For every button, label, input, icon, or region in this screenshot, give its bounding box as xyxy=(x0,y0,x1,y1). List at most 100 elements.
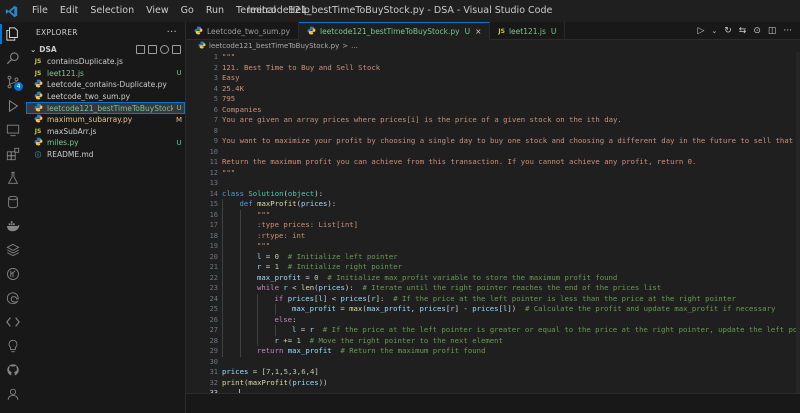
code-line[interactable]: class Solution(object): xyxy=(222,189,800,200)
tab-item[interactable]: JS leet121.js U xyxy=(490,22,566,40)
code-line[interactable] xyxy=(222,126,800,137)
file-item[interactable]: miles.py U xyxy=(26,137,185,149)
timeline-history-icon[interactable]: ↻ xyxy=(724,26,732,36)
compare-icon[interactable]: ⇆ xyxy=(739,26,747,36)
code-line[interactable]: r = 1 # Initialize right pointer xyxy=(222,262,800,273)
line-number: 5 xyxy=(213,95,218,103)
close-icon[interactable]: × xyxy=(475,27,481,36)
indent-guide xyxy=(239,241,258,252)
menu-item-terminal[interactable]: Terminal xyxy=(230,0,282,22)
code-line[interactable] xyxy=(222,147,800,158)
run-dropdown-icon[interactable]: ⌄ xyxy=(711,27,717,35)
indent-guide xyxy=(274,325,293,336)
code-line[interactable]: """ xyxy=(222,52,800,63)
database-icon[interactable] xyxy=(0,190,26,214)
live-share-icon[interactable] xyxy=(0,310,26,334)
code-token: = [ xyxy=(248,367,266,376)
workspace-folder[interactable]: ⌄ DSA xyxy=(26,42,185,56)
forward-icon[interactable]: ⊙ xyxy=(753,26,761,36)
file-item[interactable]: Leetcode_two_sum.py xyxy=(26,91,185,103)
code-line[interactable]: def maxProfit(prices): xyxy=(222,199,800,210)
menu-item-help[interactable]: Help xyxy=(282,0,316,22)
code-line[interactable]: if prices[l] < prices[r]: # If the price… xyxy=(222,293,800,304)
code-line[interactable]: 795 xyxy=(222,94,800,105)
docker-icon[interactable] xyxy=(0,214,26,238)
tab-active[interactable]: leetcode121_bestTimeToBuyStock.py U × xyxy=(299,22,491,40)
refresh-icon[interactable] xyxy=(160,44,169,54)
menu-item-go[interactable]: Go xyxy=(175,0,200,22)
git-status-badge: U xyxy=(176,104,182,113)
menu-item-edit[interactable]: Edit xyxy=(54,0,84,22)
code-line[interactable]: max_profit = max(max_profit, prices[r] -… xyxy=(222,304,800,315)
menu-item-run[interactable]: Run xyxy=(200,0,230,22)
code-line[interactable]: else: xyxy=(222,314,800,325)
code-line[interactable]: l = 0 # Initialize left pointer xyxy=(222,251,800,262)
code-editor[interactable]: 1 2 3 4 5 6 7 8 9 10 11 12 13 14 15 16 17 18 19 20 21 22 23 24 2… xyxy=(186,52,800,393)
code-line[interactable]: Return the maximum profit you can achiev… xyxy=(222,157,800,168)
code-line[interactable]: 121. Best Time to Buy and Sell Stock xyxy=(222,63,800,74)
code-line[interactable]: """ xyxy=(222,209,800,220)
code-area[interactable]: """ 121. Best Time to Buy and Sell Stock E… xyxy=(222,52,800,393)
new-folder-icon[interactable] xyxy=(148,44,157,54)
javascript-file-icon: JS xyxy=(34,127,42,135)
code-line[interactable]: max_profit = 0 # Initialize max_profit v… xyxy=(222,272,800,283)
code-line[interactable]: You are given an array prices where pric… xyxy=(222,115,800,126)
breadcrumb-more[interactable]: ... xyxy=(351,42,358,50)
file-item[interactable]: JS leet121.js U xyxy=(26,68,185,80)
breadcrumb-file[interactable]: leetcode121_bestTimeToBuyStock.py xyxy=(209,42,339,50)
timeline-icon[interactable] xyxy=(0,262,26,286)
code-line[interactable]: while r < len(prices): # Iterate until t… xyxy=(222,283,800,294)
split-editor-icon[interactable]: ◫ xyxy=(768,26,777,36)
lightbulb-icon[interactable] xyxy=(0,334,26,358)
new-file-icon[interactable] xyxy=(136,44,145,54)
search-icon[interactable] xyxy=(0,46,26,70)
file-name: maximum_subarray.py xyxy=(47,115,133,125)
code-line[interactable]: :type prices: List[int] xyxy=(222,220,800,231)
code-line[interactable] xyxy=(222,178,800,189)
code-line[interactable]: 25.4K xyxy=(222,84,800,95)
code-token: < xyxy=(287,283,301,292)
file-item[interactable]: ⓘ README.md xyxy=(26,149,185,161)
code-line[interactable]: prices = [7,1,5,3,6,4] xyxy=(222,367,800,378)
file-item[interactable]: maximum_subarray.py M xyxy=(26,114,185,126)
code-line[interactable]: Easy xyxy=(222,73,800,84)
scrollbar[interactable] xyxy=(796,52,800,393)
code-line[interactable]: :rtype: int xyxy=(222,230,800,241)
menu-item-selection[interactable]: Selection xyxy=(84,0,140,22)
layers-icon[interactable] xyxy=(0,238,26,262)
line-number: 20 xyxy=(209,252,218,261)
tab-item[interactable]: Leetcode_two_sum.py xyxy=(186,22,300,40)
menu-item-view[interactable]: View xyxy=(140,0,175,22)
explorer-more-icon[interactable]: ··· xyxy=(167,27,177,38)
run-python-icon[interactable]: ▷ xyxy=(697,26,704,36)
collapse-all-icon[interactable] xyxy=(172,44,181,54)
testing-flask-icon[interactable] xyxy=(0,166,26,190)
code-line[interactable] xyxy=(222,357,800,368)
code-line[interactable]: return max_profit # Return the maximum p… xyxy=(222,346,800,357)
line-number: 24 xyxy=(209,294,218,303)
code-line[interactable]: l = r # If the price at the left pointer… xyxy=(222,325,800,336)
more-actions-icon[interactable]: ··· xyxy=(783,26,792,36)
code-line[interactable]: """ xyxy=(222,241,800,252)
code-line[interactable]: r += 1 # Move the right pointer to the n… xyxy=(222,335,800,346)
menu-item-file[interactable]: File xyxy=(26,0,54,22)
explorer-icon[interactable] xyxy=(0,22,26,46)
file-item[interactable]: JS containsDuplicate.js xyxy=(26,56,185,68)
code-line[interactable]: You want to maximize your profit by choo… xyxy=(222,136,800,147)
run-debug-icon[interactable] xyxy=(0,94,26,118)
remote-explorer-icon[interactable] xyxy=(0,118,26,142)
file-name: containsDuplicate.js xyxy=(47,57,123,67)
extensions-icon[interactable] xyxy=(0,142,26,166)
code-token: # Move the right pointer to the next ele… xyxy=(300,335,503,345)
source-control-icon[interactable]: 4 xyxy=(0,70,26,94)
line-number: 25 xyxy=(209,305,218,313)
github-icon[interactable] xyxy=(0,358,26,382)
file-item[interactable]: JS maxSubArr.js xyxy=(26,126,185,138)
file-item[interactable]: leetcode121_bestTimeToBuyStock.py U xyxy=(26,102,185,114)
code-line[interactable]: print(maxProfit(prices)) xyxy=(222,378,800,389)
code-line[interactable]: Companies xyxy=(222,105,800,116)
code-line[interactable]: """ xyxy=(222,168,800,179)
accounts-icon[interactable] xyxy=(0,382,26,406)
file-item[interactable]: Leetcode_contains-Duplicate.py xyxy=(26,79,185,91)
edge-browser-icon[interactable] xyxy=(0,286,26,310)
